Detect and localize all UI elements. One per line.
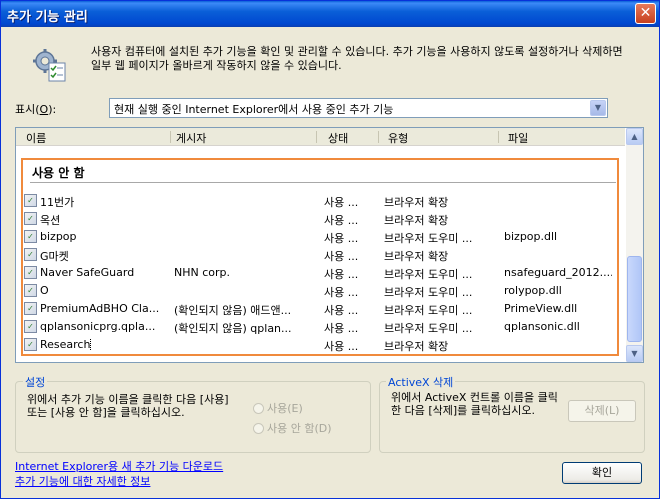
column-header-name[interactable]: 이름 (26, 130, 46, 146)
column-header-status[interactable]: 상태 (328, 130, 348, 146)
add-ons-manager-window: 추가 기능 관리 ✕ 사용자 컴퓨터에 설치된 추가 기능을 확인 및 관리할 … (0, 0, 660, 499)
disable-radio[interactable]: 사용 안 함(D) (253, 420, 332, 436)
column-separator[interactable] (316, 131, 317, 143)
show-label: 표시(O): (15, 103, 57, 116)
description-text: 사용자 컴퓨터에 설치된 추가 기능을 확인 및 관리할 수 있습니다. 추가 … (91, 45, 623, 72)
list-header: 이름 게시자 상태 유형 파일 (16, 128, 625, 146)
scroll-up-icon[interactable]: ▲ (626, 128, 643, 145)
column-separator[interactable] (378, 131, 379, 143)
chevron-down-icon[interactable]: ▼ (590, 100, 606, 116)
list-scrollbar[interactable]: ▲ ▼ (626, 128, 643, 362)
activex-title: ActiveX 삭제 (386, 374, 456, 390)
add-ons-list[interactable]: 이름 게시자 상태 유형 파일 사용 안 함 ✓ 11번가 사용 ... 브라우… (15, 127, 644, 363)
scrollbar-thumb[interactable] (627, 256, 642, 342)
delete-button[interactable]: 삭제(L) (568, 400, 636, 422)
column-separator[interactable] (170, 131, 171, 143)
download-add-ons-link[interactable]: Internet Explorer용 새 추가 기능 다운로드 (15, 458, 223, 474)
scroll-down-icon[interactable]: ▼ (626, 345, 643, 362)
radio-icon (253, 403, 264, 414)
column-separator[interactable] (498, 131, 499, 143)
settings-title: 설정 (23, 374, 48, 390)
show-dropdown[interactable]: 현재 실행 중인 Internet Explorer에서 사용 중인 추가 기능… (109, 98, 608, 118)
activex-text: 위에서 ActiveX 컨트롤 이름을 클릭한 다음 [삭제]를 클릭하십시오. (391, 391, 558, 417)
enable-radio[interactable]: 사용(E) (253, 400, 303, 416)
show-dropdown-value: 현재 실행 중인 Internet Explorer에서 사용 중인 추가 기능 (114, 103, 394, 116)
column-header-publisher[interactable]: 게시자 (176, 130, 206, 146)
show-accel-key: O (39, 103, 49, 116)
highlight-box (21, 158, 619, 356)
column-header-file[interactable]: 파일 (508, 130, 528, 146)
radio-icon (253, 423, 264, 434)
more-info-link[interactable]: 추가 기능에 대한 자세한 정보 (15, 473, 150, 489)
add-ons-settings-icon (31, 47, 69, 83)
ok-button[interactable]: 확인 (562, 462, 642, 484)
close-button[interactable]: ✕ (635, 3, 656, 24)
window-title: 추가 기능 관리 (7, 10, 88, 25)
column-header-type[interactable]: 유형 (388, 130, 408, 146)
settings-text: 위에서 추가 기능 이름을 클릭한 다음 [사용] 또는 [사용 안 함]을 클… (27, 393, 229, 419)
title-bar[interactable]: 추가 기능 관리 ✕ (1, 1, 659, 27)
